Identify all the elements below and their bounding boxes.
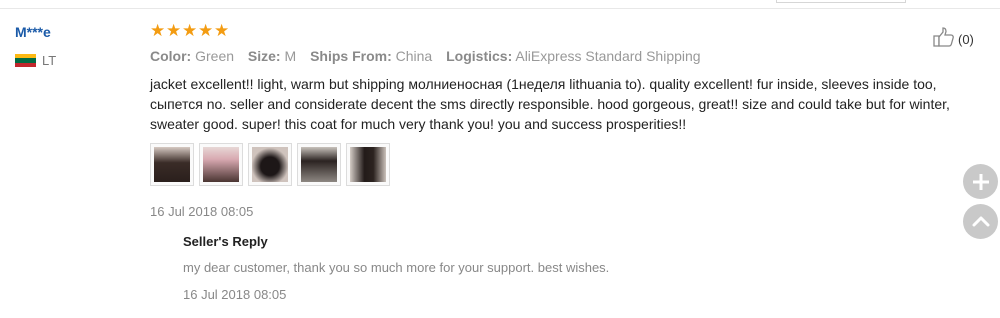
attr-value-size: M xyxy=(284,48,297,64)
thumbs-up-icon xyxy=(932,26,956,53)
star-icon: ★ xyxy=(150,21,166,40)
reviewer-country: LT xyxy=(15,53,56,68)
rating-stars: ★ ★ ★ ★ ★ xyxy=(150,21,230,40)
review-text: jacket excellent!! light, warm but shipp… xyxy=(150,76,950,132)
review-photo-thumbnail[interactable] xyxy=(199,143,243,186)
attr-label-size: Size: xyxy=(247,48,281,64)
review-date: 16 Jul 2018 08:05 xyxy=(150,204,254,219)
helpful-count: (0) xyxy=(958,32,974,47)
seller-reply-title: Seller's Reply xyxy=(183,234,268,249)
top-divider xyxy=(0,8,1000,9)
reviewer-name[interactable]: M***e xyxy=(15,24,51,40)
attr-label-color: Color: xyxy=(150,48,192,64)
star-icon: ★ xyxy=(198,21,214,40)
star-icon: ★ xyxy=(214,21,230,40)
add-button[interactable] xyxy=(963,164,998,199)
attr-value-logistics: AliExpress Standard Shipping xyxy=(515,48,701,64)
attr-value-color: Green xyxy=(195,48,235,64)
review-photos xyxy=(150,143,390,186)
review-photo-thumbnail[interactable] xyxy=(297,143,341,186)
lithuania-flag-icon xyxy=(15,54,36,67)
chevron-up-icon xyxy=(972,216,989,226)
review-photo-thumbnail[interactable] xyxy=(248,143,292,186)
review-photo-thumbnail[interactable] xyxy=(150,143,194,186)
scroll-to-top-button[interactable] xyxy=(963,204,998,239)
seller-reply-date: 16 Jul 2018 08:05 xyxy=(183,287,287,302)
country-code: LT xyxy=(42,53,57,68)
attr-label-ships-from: Ships From: xyxy=(310,48,392,64)
plus-icon xyxy=(972,173,989,190)
seller-reply-text: my dear customer, thank you so much more… xyxy=(183,260,610,275)
star-icon: ★ xyxy=(182,21,198,40)
attr-value-ships-from: China xyxy=(395,48,433,64)
attr-label-logistics: Logistics: xyxy=(446,48,513,64)
review-photo-thumbnail[interactable] xyxy=(346,143,390,186)
star-icon: ★ xyxy=(166,21,182,40)
top-field[interactable] xyxy=(776,0,906,3)
order-attributes: Color: Green Size: M Ships From: China L… xyxy=(150,48,711,64)
helpful-button[interactable]: (0) xyxy=(932,26,974,53)
